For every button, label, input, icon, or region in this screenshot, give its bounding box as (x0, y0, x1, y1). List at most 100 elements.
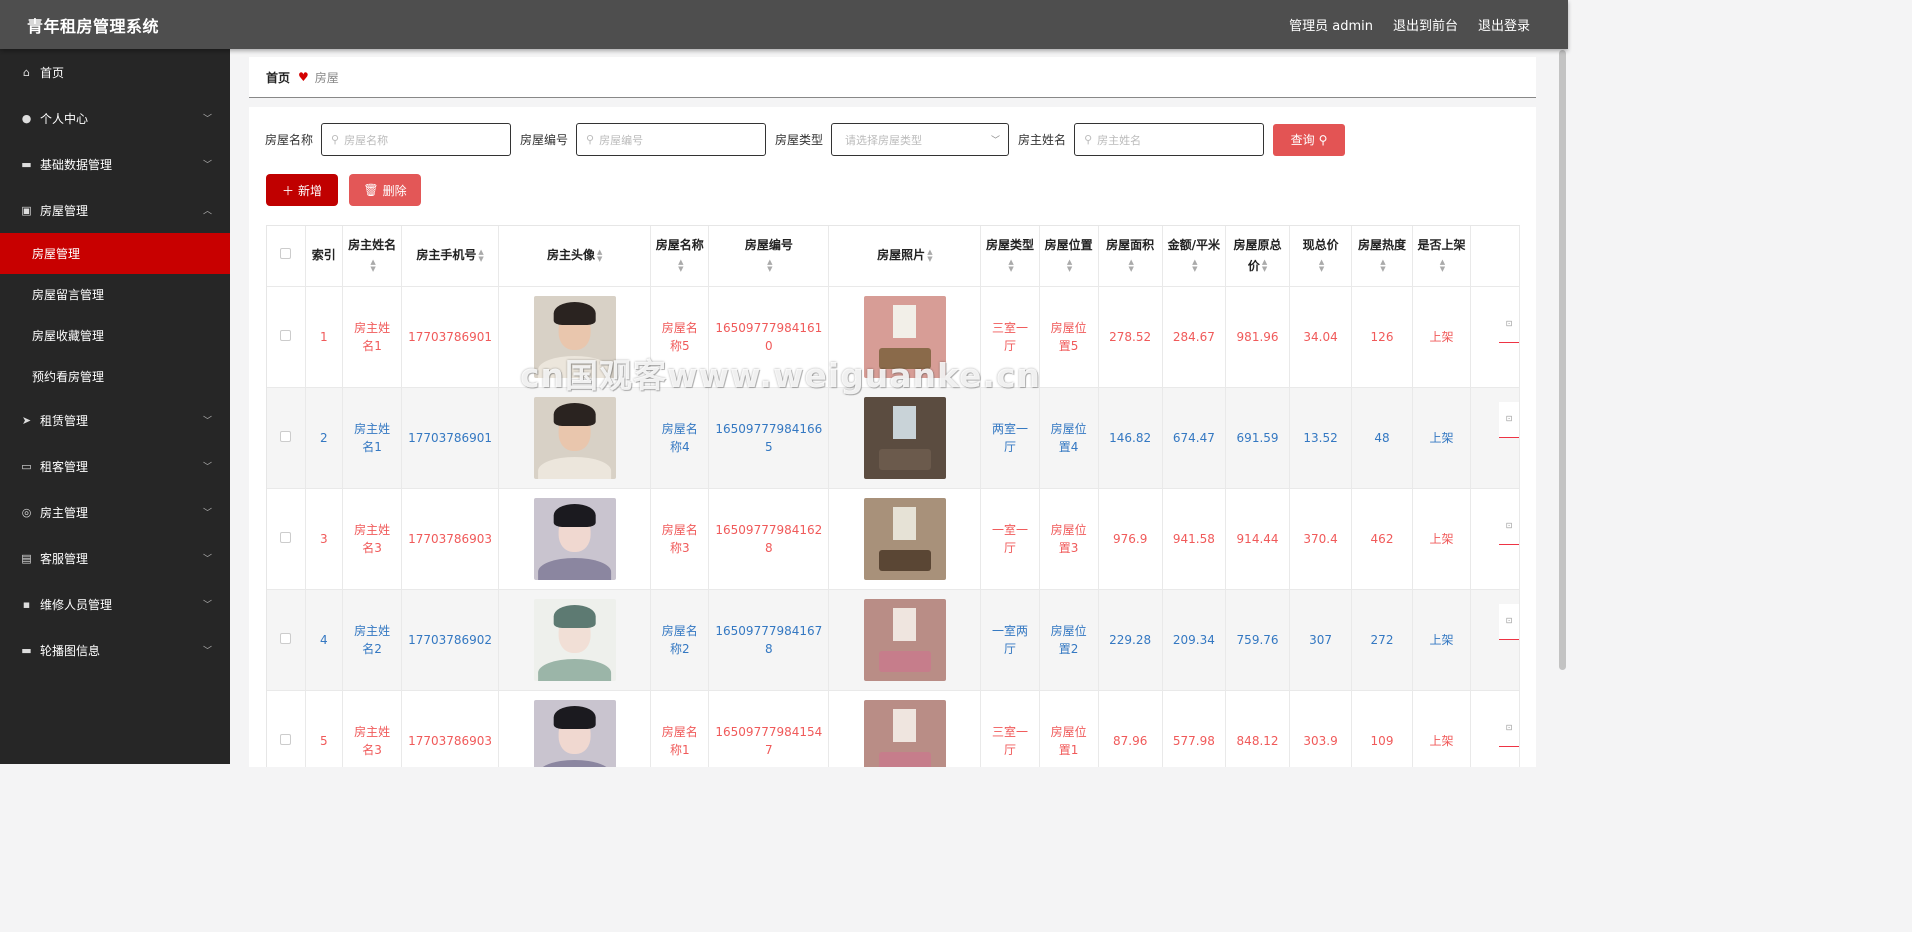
cell-index: 1 (305, 286, 344, 388)
sort-icon[interactable]: ▲ ▼ (927, 248, 932, 263)
table-row[interactable]: 4 房主姓名2 17703786902 房屋名称2 16509777984167 8 一室… (267, 589, 1520, 691)
header-area[interactable]: 房屋面积 ▲ ▼ (1098, 226, 1163, 287)
sort-icon[interactable]: ▲ ▼ (597, 248, 602, 263)
breadcrumb-home[interactable]: 首页 (266, 69, 290, 86)
row-checkbox[interactable] (280, 329, 292, 341)
header-heat[interactable]: 房屋热度 ▲ ▼ (1351, 226, 1413, 287)
watermark: cn国观客www.weiguanke.cn (520, 356, 1042, 395)
cell-type: 一室一厅 (980, 488, 1040, 590)
house-code-input[interactable]: ⚲ 房屋编号 (576, 123, 767, 156)
header-owner[interactable]: 房主姓名 ▲ ▼ (342, 226, 403, 287)
sort-icon[interactable]: ▲ ▼ (1380, 259, 1385, 273)
sort-icon[interactable]: ▲ ▼ (1319, 259, 1324, 273)
sort-icon[interactable]: ▲ ▼ (678, 259, 683, 273)
header-code[interactable]: 房屋编号 ▲ ▼ (708, 226, 830, 287)
edit-icon[interactable]: ⊡ (1499, 603, 1519, 640)
sort-icon[interactable]: ▲ ▼ (1262, 259, 1267, 273)
cell-owner: 房主姓名1 (342, 387, 403, 489)
edit-icon[interactable]: ⊡ (1499, 401, 1519, 438)
row-checkbox[interactable] (280, 632, 292, 644)
header-unit-price[interactable]: 金额/平米▲ ▼ (1162, 226, 1227, 287)
sort-icon[interactable]: ▲ ▼ (1067, 259, 1072, 273)
row-select-cell[interactable] (267, 387, 306, 489)
cell-operations: ⊡ (1470, 387, 1520, 489)
header-orig-price[interactable]: 房屋原总价 ▲ ▼ (1225, 226, 1291, 287)
select-all-checkbox[interactable] (280, 248, 292, 260)
sidebar-item-owner[interactable]: ◎ 房主管理 ﹀ (0, 489, 230, 535)
edit-icon[interactable]: ⊡ (1499, 710, 1519, 747)
row-select-cell[interactable] (267, 488, 306, 590)
header-listed[interactable]: 是否上架 ▲ ▼ (1412, 226, 1472, 287)
sidebar-item-lease[interactable]: ➤ 租赁管理 ﹀ (0, 397, 230, 443)
sort-icon[interactable]: ▲ ▼ (1128, 259, 1133, 273)
header-name[interactable]: 房屋名称 ▲ ▼ (650, 226, 710, 287)
sidebar-sub-appointment[interactable]: 预约看房管理 (0, 356, 230, 397)
cell-owner: 房主姓名3 (342, 488, 403, 590)
row-checkbox[interactable] (280, 733, 292, 745)
sort-icon[interactable]: ▲ ▼ (370, 259, 375, 273)
house-type-select[interactable]: 请选择房屋类型 ﹀ (831, 123, 1010, 156)
row-select-cell[interactable] (267, 286, 306, 388)
sort-icon[interactable]: ▲ ▼ (1008, 259, 1013, 273)
cell-heat: 272 (1351, 589, 1413, 691)
owner-name-input[interactable]: ⚲ 房主姓名 (1074, 123, 1265, 156)
row-checkbox[interactable] (280, 531, 292, 543)
sidebar-item-house-management[interactable]: ▣ 房屋管理 ︿ (0, 187, 230, 233)
sidebar-sub-house-management[interactable]: 房屋管理 (0, 233, 230, 274)
search-icon: ⚲ (1318, 132, 1328, 147)
sidebar-item-label: 个人中心 (40, 111, 89, 126)
top-bar: 青年租房管理系统 管理员 admin 退出到前台 退出登录 (0, 0, 1568, 49)
sort-icon[interactable]: ▲ ▼ (767, 259, 772, 273)
row-select-cell[interactable] (267, 690, 306, 767)
send-icon: ➤ (21, 413, 32, 427)
edit-icon[interactable]: ⊡ (1499, 508, 1519, 545)
add-button[interactable]: ＋ 新增 (266, 174, 338, 206)
sidebar-item-service[interactable]: ▤ 客服管理 ﹀ (0, 535, 230, 581)
header-location[interactable]: 房屋位置 ▲ ▼ (1039, 226, 1099, 287)
sort-icon[interactable]: ▲ ▼ (478, 248, 483, 263)
table-row[interactable]: 3 房主姓名3 17703786903 房屋名称3 16509777984162 8 一室… (267, 488, 1520, 590)
sort-icon[interactable]: ▲ ▼ (1192, 259, 1197, 273)
header-avatar[interactable]: 房主头像 ▲ ▼ (498, 226, 652, 287)
delete-button[interactable]: 🗑 删除 (349, 174, 421, 206)
sidebar-item-tenant[interactable]: ▭ 租客管理 ﹀ (0, 443, 230, 489)
admin-label[interactable]: 管理员 admin (1289, 15, 1373, 34)
sidebar-item-basic-data[interactable]: ▬ 基础数据管理 ﹀ (0, 141, 230, 187)
row-checkbox[interactable] (280, 430, 292, 442)
select-all-cell[interactable] (267, 226, 306, 287)
trash-icon: 🗑 (363, 183, 379, 197)
sidebar-item-personal-center[interactable]: ● 个人中心 ﹀ (0, 95, 230, 141)
header-cur-price[interactable]: 现总价 ▲ ▼ (1289, 226, 1353, 287)
table-row[interactable]: 2 房主姓名1 17703786901 房屋名称4 16509777984166 5 两室… (267, 387, 1520, 489)
back-front-link[interactable]: 退出到前台 (1393, 15, 1458, 34)
cell-operations: ⊡ (1470, 488, 1520, 590)
header-phone[interactable]: 房主手机号 ▲ ▼ (401, 226, 500, 287)
header-photo[interactable]: 房屋照片 ▲ ▼ (828, 226, 982, 287)
content-panel: 房屋名称 ⚲ 房屋名称 房屋编号 ⚲ 房屋编号 房屋类型 请选择房屋类型 ﹀ 房… (249, 107, 1536, 767)
page-scrollbar[interactable] (1559, 50, 1566, 670)
row-select-cell[interactable] (267, 589, 306, 691)
cell-phone: 17703786903 (401, 488, 500, 590)
sidebar-item-label: 轮播图信息 (40, 643, 101, 658)
sidebar-item-repair[interactable]: ▪ 维修人员管理 ﹀ (0, 581, 230, 627)
house-name-input[interactable]: ⚲ 房屋名称 (321, 123, 512, 156)
logout-link[interactable]: 退出登录 (1478, 15, 1530, 34)
sidebar-item-carousel[interactable]: ▬ 轮播图信息 ﹀ (0, 627, 230, 673)
cell-index: 2 (305, 387, 344, 489)
edit-icon[interactable]: ⊡ (1499, 306, 1519, 343)
cell-location: 房屋位置1 (1039, 690, 1099, 767)
sidebar-item-home[interactable]: ⌂ 首页 (0, 49, 230, 95)
cell-orig-price: 848.12 (1225, 690, 1291, 767)
table-row[interactable]: 5 房主姓名3 17703786903 房屋名称1 16509777984154 7 三室… (267, 690, 1520, 767)
cell-orig-price: 759.76 (1225, 589, 1291, 691)
cell-code: 16509777984154 7 (708, 690, 830, 767)
cell-orig-price: 914.44 (1225, 488, 1291, 590)
sort-icon[interactable]: ▲ ▼ (1440, 259, 1445, 273)
header-type[interactable]: 房屋类型 ▲ ▼ (980, 226, 1040, 287)
query-button[interactable]: 查询 ⚲ (1273, 123, 1346, 156)
sidebar-sub-house-message[interactable]: 房屋留言管理 (0, 274, 230, 315)
sidebar-sub-house-favorite[interactable]: 房屋收藏管理 (0, 315, 230, 356)
cell-photo (828, 387, 982, 489)
cell-unit-price: 284.67 (1162, 286, 1227, 388)
sidebar-sub-label: 房屋留言管理 (32, 288, 105, 302)
